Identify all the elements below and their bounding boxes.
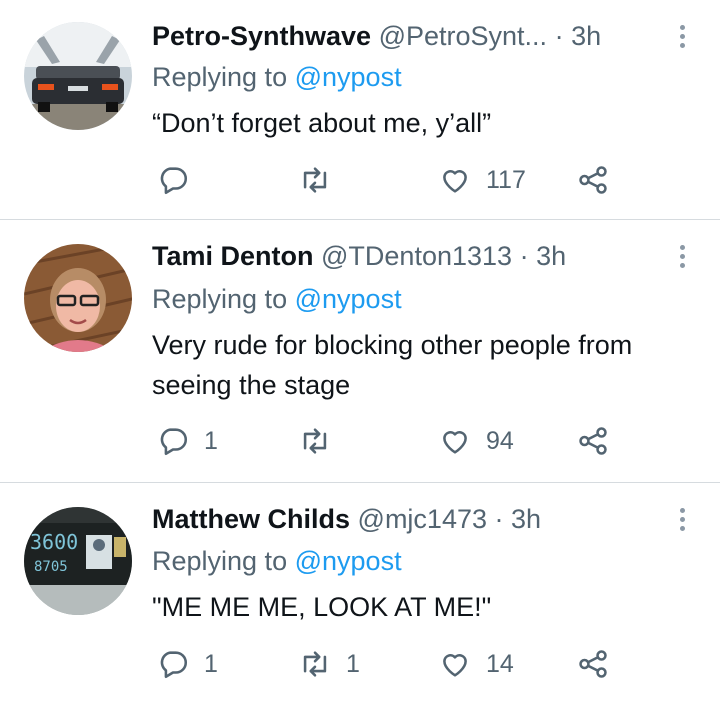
reply-button[interactable]: 1 xyxy=(156,421,218,461)
mention-link[interactable]: @nypost xyxy=(295,284,402,314)
like-count: 94 xyxy=(486,426,514,455)
tweet-header: Petro-Synthwave @PetroSynt... · 3h xyxy=(152,16,680,56)
share-icon xyxy=(579,166,607,194)
display-name[interactable]: Petro-Synthwave xyxy=(152,21,371,51)
tweet-text: "ME ME ME, LOOK AT ME!" xyxy=(152,592,492,622)
action-bar: 1 1 14 xyxy=(152,644,720,684)
replying-to-label: Replying to xyxy=(152,62,288,92)
retweet-button[interactable] xyxy=(298,421,346,461)
reply-icon xyxy=(160,428,188,456)
more-icon[interactable] xyxy=(664,501,700,537)
replying-to-label: Replying to xyxy=(152,546,288,576)
share-icon xyxy=(579,427,607,455)
reply-icon xyxy=(160,651,188,679)
reply-button[interactable] xyxy=(156,160,204,200)
replying-to: Replying to @nypost xyxy=(152,57,402,97)
retweet-icon xyxy=(303,651,327,677)
action-bar: 117 xyxy=(152,160,720,200)
timestamp[interactable]: 3h xyxy=(536,241,566,271)
like-icon xyxy=(443,431,467,454)
separator-dot: · xyxy=(554,21,564,51)
more-icon[interactable] xyxy=(664,238,700,274)
user-handle[interactable]: @mjc1473 xyxy=(358,504,487,534)
avatar[interactable]: 3600 8705 xyxy=(24,507,132,615)
reply-count: 1 xyxy=(204,426,218,455)
clock-top-text: 3600 xyxy=(30,530,78,554)
retweet-icon xyxy=(303,167,327,193)
display-name[interactable]: Tami Denton xyxy=(152,241,314,271)
person-avatar-image xyxy=(24,244,132,352)
retweet-button[interactable]: 1 xyxy=(298,644,360,684)
replying-to-label: Replying to xyxy=(152,284,288,314)
tweet-text: Very rude for blocking other people from… xyxy=(152,330,633,400)
avatar[interactable] xyxy=(24,244,132,352)
like-button[interactable]: 94 xyxy=(438,421,514,461)
clock-avatar-image: 3600 8705 xyxy=(24,507,132,615)
separator-dot: · xyxy=(494,504,504,534)
avatar[interactable] xyxy=(24,22,132,130)
separator-dot: · xyxy=(519,241,529,271)
share-icon xyxy=(579,650,607,678)
mention-link[interactable]: @nypost xyxy=(295,546,402,576)
tweet-header: Tami Denton @TDenton1313 · 3h xyxy=(152,236,680,276)
like-icon xyxy=(443,654,467,677)
retweet-icon xyxy=(303,428,327,454)
reply-icon xyxy=(160,167,188,195)
tweet[interactable]: 3600 8705 Matthew Childs @mjc1473 · 3h R… xyxy=(0,483,720,705)
user-handle[interactable]: @TDenton1313 xyxy=(321,241,512,271)
timestamp[interactable]: 3h xyxy=(511,504,541,534)
user-handle[interactable]: @PetroSynt... xyxy=(379,21,547,51)
delorean-avatar-image xyxy=(24,22,132,130)
retweet-count: 1 xyxy=(346,649,360,678)
share-button[interactable] xyxy=(576,160,610,200)
tweet[interactable]: Petro-Synthwave @PetroSynt... · 3h Reply… xyxy=(0,0,720,220)
like-icon xyxy=(443,170,467,193)
mention-link[interactable]: @nypost xyxy=(295,62,402,92)
replying-to: Replying to @nypost xyxy=(152,541,402,581)
reply-count: 1 xyxy=(204,649,218,678)
tweet[interactable]: Tami Denton @TDenton1313 · 3h Replying t… xyxy=(0,220,720,483)
like-count: 117 xyxy=(486,165,526,194)
reply-button[interactable]: 1 xyxy=(156,644,218,684)
display-name[interactable]: Matthew Childs xyxy=(152,504,350,534)
share-button[interactable] xyxy=(576,421,610,461)
share-button[interactable] xyxy=(576,644,610,684)
tweet-header: Matthew Childs @mjc1473 · 3h xyxy=(152,499,680,539)
like-button[interactable]: 117 xyxy=(438,160,526,200)
like-button[interactable]: 14 xyxy=(438,644,514,684)
action-bar: 1 94 xyxy=(152,421,720,461)
replying-to: Replying to @nypost xyxy=(152,279,402,319)
more-icon[interactable] xyxy=(664,18,700,54)
timestamp[interactable]: 3h xyxy=(571,21,601,51)
tweet-text: “Don’t forget about me, y’all” xyxy=(152,108,492,138)
clock-bottom-text: 8705 xyxy=(34,559,68,575)
like-count: 14 xyxy=(486,649,514,678)
retweet-button[interactable] xyxy=(298,160,346,200)
